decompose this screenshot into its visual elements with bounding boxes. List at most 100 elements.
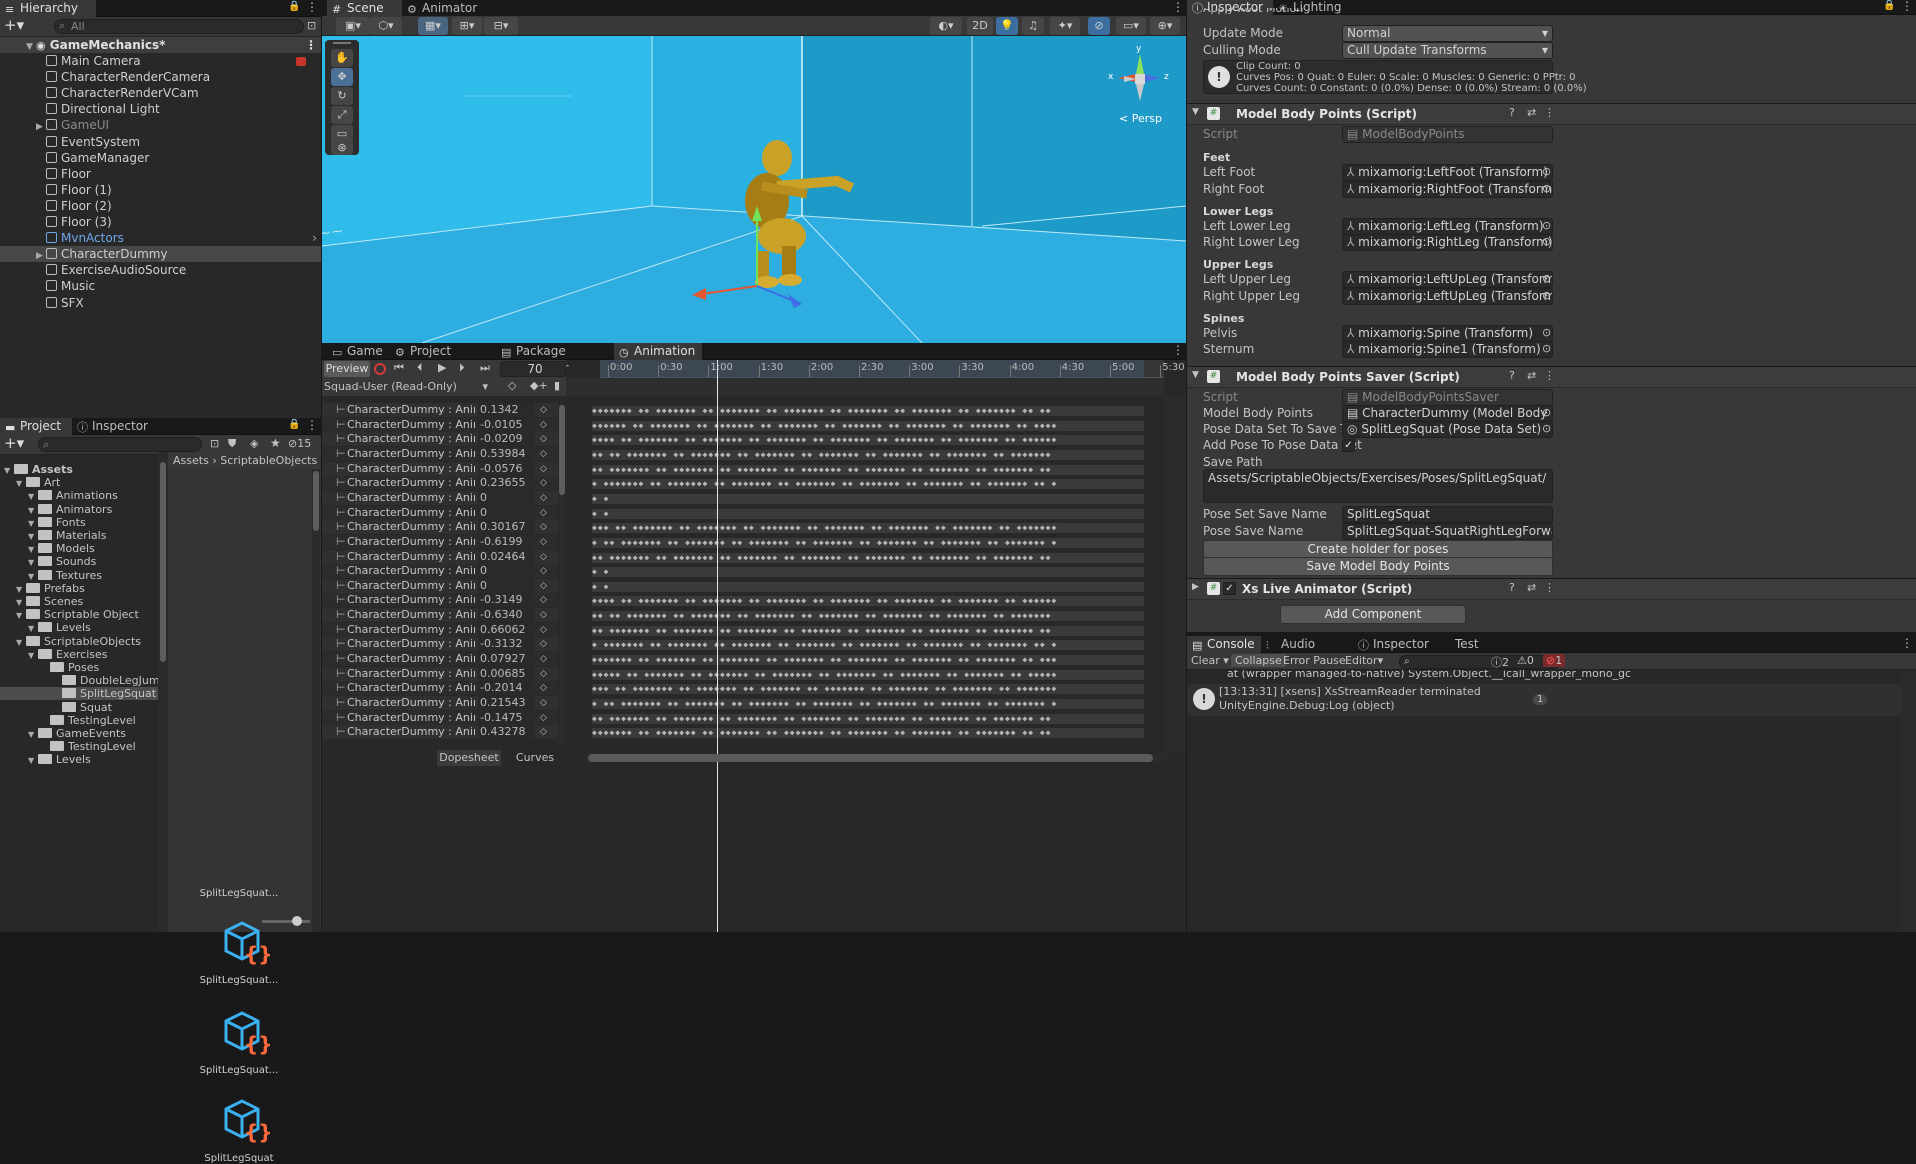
track-value[interactable]: 0	[478, 564, 534, 578]
animation-track-row[interactable]: ⊢CharacterDummy : Animato0.02464◇	[322, 550, 558, 564]
keyframe-toggle-icon[interactable]: ◇	[540, 476, 547, 490]
keyframe-toggle-icon[interactable]: ◇	[540, 579, 547, 593]
hierarchy-item[interactable]: Floor (2)	[0, 198, 321, 214]
tab-inspector-console[interactable]: ⓘInspector	[1353, 636, 1435, 653]
track-scroll-thumb[interactable]	[559, 405, 565, 495]
keyframe-toggle-icon[interactable]: ◇	[540, 535, 547, 549]
track-value[interactable]: 0	[478, 579, 534, 593]
transform-tool-icon[interactable]: ⊛	[331, 141, 353, 155]
keyframe-toggle-icon[interactable]: ◇	[540, 564, 547, 578]
effects-toggle-icon[interactable]: ✦▾	[1050, 17, 1080, 35]
tab-package-manager[interactable]: ▤Package Manager	[496, 343, 614, 360]
project-tree-item[interactable]: Squat	[0, 701, 158, 714]
project-tree-item[interactable]: ▼Levels	[0, 621, 158, 634]
animation-track-row[interactable]: ⊢CharacterDummy : Animato0.21543◇	[322, 696, 558, 710]
scene-viewport[interactable]: ~~~~~~~~ ✋ ✥	[322, 36, 1186, 343]
keyframe-toggle-icon[interactable]: ◇	[540, 462, 547, 476]
pose-name-input[interactable]: SplitLegSquat-SquatRightLegForward	[1342, 523, 1553, 540]
animation-track-row[interactable]: ⊢CharacterDummy : Animato-0.6340◇	[322, 608, 558, 622]
hierarchy-item[interactable]: GameManager	[0, 150, 321, 166]
inspector-lock-icon[interactable]: 🔒	[1883, 0, 1895, 11]
tab-audio-mixer[interactable]: ⫶Audio Mixer	[1261, 636, 1353, 653]
track-value[interactable]: 0	[478, 491, 534, 505]
set-name-input[interactable]: SplitLegSquat	[1342, 506, 1553, 523]
tree-scroll-thumb[interactable]	[160, 462, 166, 662]
hierarchy-item[interactable]: Directional Light	[0, 101, 321, 117]
hierarchy-item[interactable]: SFX	[0, 295, 321, 311]
log-filter-toggle[interactable]: ⓘ2	[1491, 654, 1509, 670]
record-icon[interactable]	[374, 363, 386, 375]
add-component-button[interactable]: Add Component	[1280, 605, 1466, 624]
keyframe-toggle-icon[interactable]: ◇	[540, 725, 547, 739]
track-value[interactable]: 0.30167	[478, 520, 534, 534]
saver-context-icon[interactable]: ⋮	[1544, 369, 1555, 382]
keyframe-lane[interactable]: ◆◆◆◆◆◆◆ ◆◆ ◆◆◆◆◆◆◆ ◆◆ ◆◆◆◆◆◆◆ ◆◆ ◆◆◆◆◆◆◆…	[592, 728, 1144, 738]
track-value[interactable]: 0.21543	[478, 696, 534, 710]
keyframe-lane[interactable]: ◆ ◆	[592, 582, 1144, 592]
tree-arrow-icon[interactable]: ▼	[16, 583, 26, 596]
keyframe-lane[interactable]: ◆◆ ◆◆ ◆◆◆◆◆◆◆ ◆◆ ◆◆◆◆◆◆◆ ◆◆ ◆◆◆◆◆◆◆ ◆◆ ◆…	[592, 450, 1144, 460]
zoom-slider[interactable]	[262, 920, 310, 923]
animation-track-row[interactable]: ⊢CharacterDummy : Animato0.23655◇	[322, 476, 558, 490]
culling-mode-dropdown[interactable]: Cull Update Transforms▾	[1342, 42, 1553, 59]
tab-project[interactable]: ▬Project	[0, 418, 72, 435]
animation-track-row[interactable]: ⊢CharacterDummy : Animato0◇	[322, 579, 558, 593]
tree-arrow-icon[interactable]: ▼	[28, 556, 38, 569]
project-tree-item[interactable]: ▼Scenes	[0, 595, 158, 608]
pivot-button[interactable]: ⬡▾	[370, 17, 402, 35]
keyframe-toggle-icon[interactable]: ◇	[540, 637, 547, 651]
keyframe-toggle-icon[interactable]: ◇	[540, 520, 547, 534]
keyframe-lane[interactable]: ◆◆◆◆ ◆◆ ◆◆◆◆◆◆◆ ◆◆ ◆◆◆◆◆◆◆ ◆◆ ◆◆◆◆◆◆◆ ◆◆…	[592, 596, 1144, 606]
inspector-menu-icon[interactable]: ⋮	[1901, 0, 1913, 13]
search-filter-icon[interactable]: ⊡	[307, 19, 316, 32]
saver-preset-icon[interactable]: ⇄	[1527, 369, 1536, 382]
animation-track-row[interactable]: ⊢CharacterDummy : Animato0.43278◇	[322, 725, 558, 739]
keyframe-lane[interactable]: ◆◆ ◆◆◆◆◆◆◆ ◆◆ ◆◆◆◆◆◆◆ ◆◆ ◆◆◆◆◆◆◆ ◆◆ ◆◆◆◆…	[592, 714, 1144, 724]
project-add-icon[interactable]: +▾	[4, 434, 24, 452]
search-by-label-icon[interactable]: ⛊	[228, 437, 236, 451]
hierarchy-item[interactable]: Floor (1)	[0, 182, 321, 198]
first-key-icon[interactable]: ⏮	[394, 361, 404, 375]
animation-track-row[interactable]: ⊢CharacterDummy : Animato-0.6199◇	[322, 535, 558, 549]
preview-button[interactable]: Preview	[324, 361, 370, 377]
animation-track-row[interactable]: ⊢CharacterDummy : Animato0.00685◇	[322, 667, 558, 681]
asset-scrollbar[interactable]	[312, 469, 320, 932]
mbp-help-icon[interactable]: ?	[1509, 106, 1515, 119]
tree-arrow-icon[interactable]: ▼	[16, 636, 26, 649]
project-tree-item[interactable]: ▼Levels	[0, 753, 158, 766]
keyframe-lane[interactable]: ◆ ◆◆◆◆◆◆◆ ◆◆ ◆◆◆◆◆◆◆ ◆◆ ◆◆◆◆◆◆◆ ◆◆ ◆◆◆◆◆…	[592, 640, 1144, 650]
zoom-slider-knob[interactable]	[292, 916, 302, 926]
tree-arrow-icon[interactable]: ▼	[16, 609, 26, 622]
tree-arrow-icon[interactable]: ▼	[28, 490, 38, 503]
object-picker-icon[interactable]: ⊙	[1542, 406, 1551, 419]
frame-input[interactable]: 70	[500, 361, 566, 377]
tab-test-runner[interactable]: Test Runner	[1435, 636, 1525, 653]
keyframe-lane[interactable]: ◆◆ ◆◆◆◆◆◆◆ ◆◆ ◆◆◆◆◆◆◆ ◆◆ ◆◆◆◆◆◆◆ ◆◆ ◆◆◆◆…	[592, 553, 1144, 563]
track-value[interactable]: -0.6199	[478, 535, 534, 549]
project-tree-item[interactable]: TestingLevel	[0, 714, 158, 727]
keyframe-lane[interactable]: ◆ ◆	[592, 509, 1144, 519]
project-tree-item[interactable]: ▼Assets	[0, 463, 158, 476]
scriptable-object-asset-icon[interactable]: {}	[218, 917, 270, 969]
dopesheet-scrollbar[interactable]	[1164, 396, 1186, 751]
h-scrollbar[interactable]	[582, 754, 1166, 762]
tab-hierarchy[interactable]: ≡Hierarchy	[0, 0, 96, 17]
add-event-icon[interactable]: ◆+	[530, 379, 548, 392]
project-tree-item[interactable]: SplitLegSquat	[0, 687, 158, 700]
hierarchy-item[interactable]: ▶CharacterDummy	[0, 246, 321, 262]
warning-filter-toggle[interactable]: ⚠0	[1517, 654, 1534, 667]
update-mode-dropdown[interactable]: Normal▾	[1342, 25, 1553, 42]
track-value[interactable]: -0.3132	[478, 637, 534, 651]
project-tree-item[interactable]: ▼Scriptable Object	[0, 608, 158, 621]
object-picker-icon[interactable]: ⊙	[1542, 219, 1551, 232]
dopesheet-tab[interactable]: Dopesheet	[437, 750, 501, 766]
editor-dropdown[interactable]: Editor▾	[1345, 654, 1383, 667]
track-value[interactable]: 0.66062	[478, 623, 534, 637]
keyframe-toggle-icon[interactable]: ◇	[540, 432, 547, 446]
add-icon[interactable]: +▾	[4, 16, 24, 34]
h-scroll-thumb[interactable]	[588, 754, 1153, 762]
xs-help-icon[interactable]: ?	[1509, 581, 1515, 594]
menu-icon[interactable]: ⋮	[306, 0, 318, 14]
keyframe-lane[interactable]: ◆◆◆◆◆◆◆ ◆◆ ◆◆◆◆◆◆◆ ◆◆ ◆◆◆◆◆◆◆ ◆◆ ◆◆◆◆◆◆◆…	[592, 655, 1144, 665]
keyframe-lane[interactable]: ◆◆◆◆◆ ◆◆ ◆◆◆◆◆◆◆ ◆◆ ◆◆◆◆◆◆◆ ◆◆ ◆◆◆◆◆◆◆ ◆…	[592, 670, 1144, 680]
